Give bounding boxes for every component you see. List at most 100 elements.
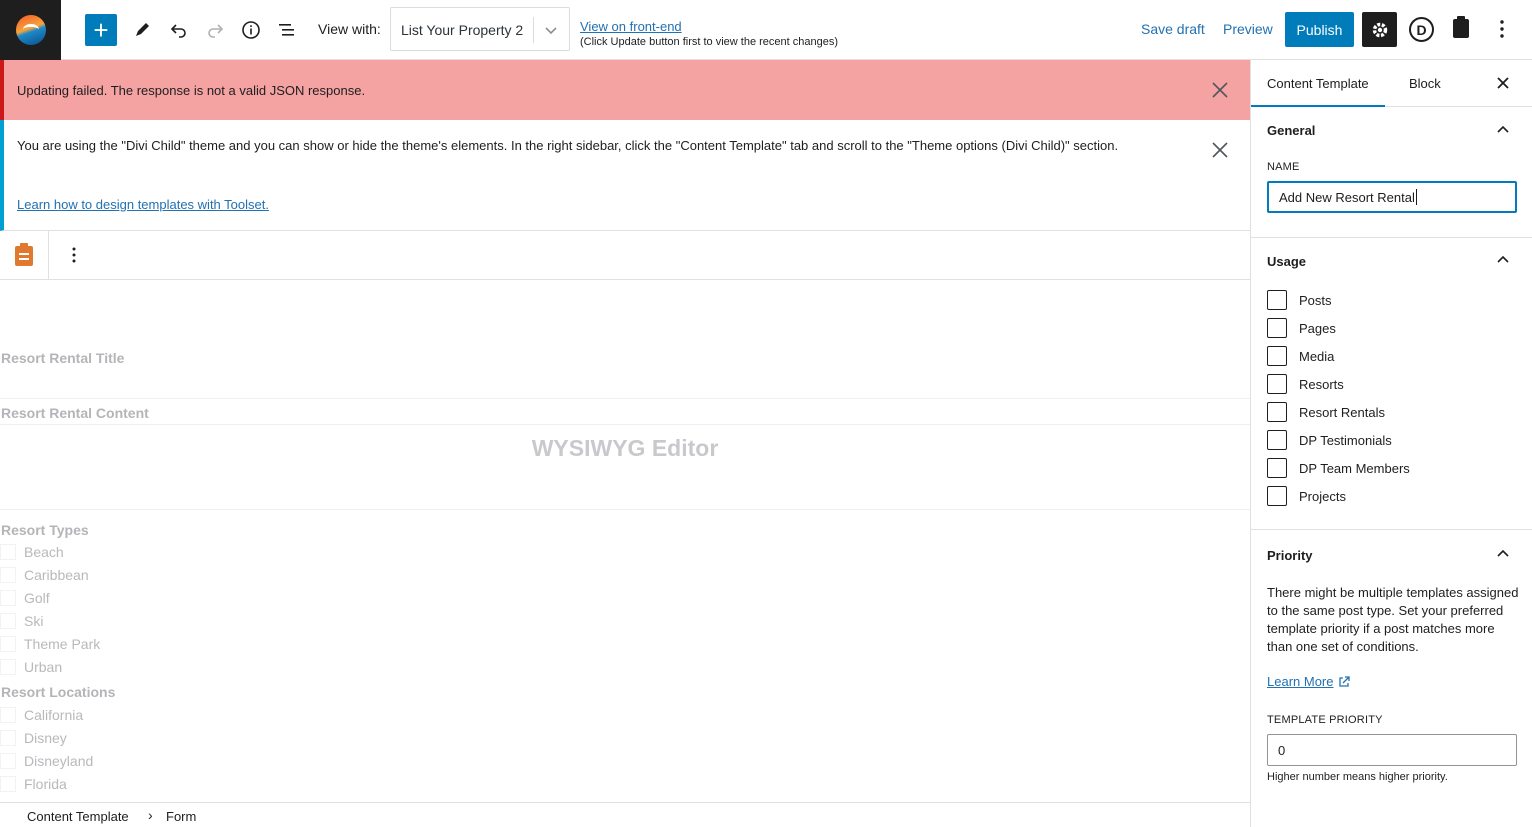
- checkbox[interactable]: [1267, 346, 1287, 366]
- chevron-up-icon[interactable]: [1495, 546, 1511, 562]
- checkbox[interactable]: [0, 776, 16, 792]
- divi-button[interactable]: D: [1409, 17, 1434, 42]
- list-view-icon: [279, 24, 294, 36]
- breadcrumb: Content Template › Form: [0, 802, 1250, 827]
- chevron-up-icon[interactable]: [1495, 122, 1511, 138]
- preview-button[interactable]: Preview: [1223, 21, 1273, 37]
- list-item[interactable]: Beach: [0, 542, 64, 562]
- external-link-icon: [1339, 675, 1351, 687]
- usage-label: Media: [1299, 348, 1335, 364]
- checkbox[interactable]: [0, 613, 16, 629]
- usage-item-dp-testimonials[interactable]: DP Testimonials: [1267, 430, 1392, 450]
- chevron-up-icon[interactable]: [1495, 252, 1511, 268]
- template-name-value: Add New Resort Rental: [1279, 189, 1415, 205]
- divider: [0, 509, 1250, 510]
- redo-button[interactable]: [199, 14, 231, 46]
- list-item[interactable]: Ski: [0, 611, 43, 631]
- checkbox-label: Theme Park: [24, 636, 101, 652]
- settings-button[interactable]: [1362, 12, 1397, 47]
- tab-content-template[interactable]: Content Template: [1251, 76, 1385, 107]
- block-toolbar: [0, 231, 1250, 280]
- list-item[interactable]: California: [0, 705, 83, 725]
- site-logo[interactable]: [0, 0, 61, 60]
- wysiwyg-placeholder: WYSIWYG Editor: [531, 435, 719, 461]
- priority-panel-title[interactable]: Priority: [1267, 548, 1313, 563]
- tab-block[interactable]: Block: [1409, 76, 1441, 91]
- checkbox[interactable]: [1267, 290, 1287, 310]
- toolset-button[interactable]: [1450, 14, 1472, 43]
- checkbox[interactable]: [0, 636, 16, 652]
- checkbox[interactable]: [0, 544, 16, 560]
- breadcrumb-root[interactable]: Content Template: [27, 809, 129, 824]
- save-draft-button[interactable]: Save draft: [1141, 21, 1205, 37]
- list-item[interactable]: Disney: [0, 728, 67, 748]
- chevron-down-icon: [545, 27, 557, 35]
- checkbox[interactable]: [1267, 486, 1287, 506]
- undo-button[interactable]: [163, 14, 195, 46]
- title-field-label: Resort Rental Title: [1, 350, 125, 366]
- learn-more-link[interactable]: Learn More: [1267, 674, 1351, 689]
- list-item[interactable]: Florida: [0, 774, 67, 794]
- block-options-button[interactable]: [64, 245, 84, 268]
- list-view-button[interactable]: [271, 14, 303, 46]
- close-icon[interactable]: [1210, 140, 1230, 160]
- general-panel-title[interactable]: General: [1267, 123, 1315, 138]
- checkbox[interactable]: [1267, 430, 1287, 450]
- checkbox[interactable]: [1267, 402, 1287, 422]
- checkbox[interactable]: [1267, 458, 1287, 478]
- editor-canvas: Updating failed. The response is not a v…: [0, 60, 1250, 802]
- usage-label: Resort Rentals: [1299, 404, 1385, 420]
- toolset-learn-link[interactable]: Learn how to design templates with Tools…: [17, 197, 269, 212]
- name-label: NAME: [1267, 161, 1300, 173]
- info-icon: [242, 21, 260, 39]
- list-item[interactable]: Disneyland: [0, 751, 93, 771]
- usage-item-dp-team-members[interactable]: DP Team Members: [1267, 458, 1410, 478]
- usage-item-pages[interactable]: Pages: [1267, 318, 1336, 338]
- close-icon[interactable]: [1210, 80, 1230, 100]
- divider: [1251, 529, 1532, 530]
- checkbox[interactable]: [0, 707, 16, 723]
- priority-hint: Higher number means higher priority.: [1267, 771, 1448, 783]
- checkbox[interactable]: [0, 753, 16, 769]
- close-icon[interactable]: [1494, 74, 1512, 92]
- checkbox[interactable]: [0, 590, 16, 606]
- template-name-input[interactable]: Add New Resort Rental: [1267, 181, 1517, 213]
- undo-icon: [170, 24, 186, 38]
- clipboard-icon: [1453, 16, 1469, 38]
- list-item[interactable]: Urban: [0, 657, 62, 677]
- add-block-button[interactable]: +: [85, 14, 117, 46]
- checkbox[interactable]: [1267, 374, 1287, 394]
- sidebar-tabs: Content Template Block: [1251, 60, 1532, 107]
- checkbox[interactable]: [1267, 318, 1287, 338]
- checkbox[interactable]: [0, 730, 16, 746]
- usage-item-media[interactable]: Media: [1267, 346, 1334, 366]
- usage-panel-title[interactable]: Usage: [1267, 254, 1306, 269]
- template-priority-input[interactable]: 0: [1267, 734, 1517, 766]
- list-item[interactable]: Golf: [0, 588, 50, 608]
- checkbox-label: Urban: [24, 659, 63, 675]
- pencil-icon: [136, 23, 149, 36]
- usage-item-projects[interactable]: Projects: [1267, 486, 1346, 506]
- usage-label: DP Testimonials: [1299, 432, 1392, 448]
- block-type-button[interactable]: [0, 231, 49, 279]
- checkbox[interactable]: [0, 659, 16, 675]
- view-with-select[interactable]: List Your Property 2: [390, 7, 570, 51]
- edit-tools-button[interactable]: [126, 14, 158, 46]
- options-menu-button[interactable]: [1492, 16, 1512, 45]
- usage-label: Projects: [1299, 488, 1346, 504]
- breadcrumb-current[interactable]: Form: [166, 809, 196, 824]
- usage-item-resorts[interactable]: Resorts: [1267, 374, 1344, 394]
- details-button[interactable]: [235, 14, 267, 46]
- usage-item-posts[interactable]: Posts: [1267, 290, 1332, 310]
- list-item[interactable]: Theme Park: [0, 634, 100, 654]
- logo-icon: [15, 15, 46, 45]
- gear-icon: [1372, 22, 1387, 37]
- view-on-frontend-link[interactable]: View on front-end: [580, 19, 682, 34]
- checkbox[interactable]: [0, 567, 16, 583]
- info-notice-text: You are using the "Divi Child" theme and…: [17, 138, 1119, 153]
- publish-button[interactable]: Publish: [1285, 12, 1354, 47]
- template-priority-value: 0: [1278, 742, 1286, 758]
- usage-item-resort-rentals[interactable]: Resort Rentals: [1267, 402, 1385, 422]
- resort-types-label: Resort Types: [1, 522, 89, 538]
- list-item[interactable]: Caribbean: [0, 565, 89, 585]
